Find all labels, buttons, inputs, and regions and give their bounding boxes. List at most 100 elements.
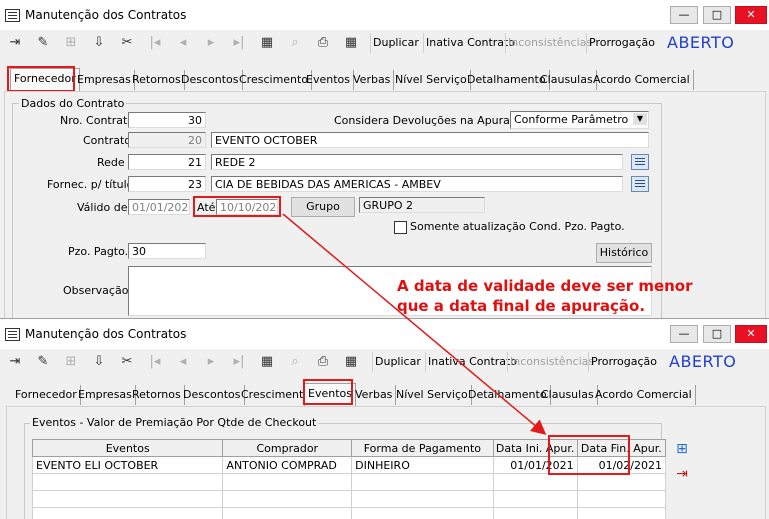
- calendar-grid-icon[interactable]: ▦: [340, 32, 362, 54]
- save-icon[interactable]: ⇩: [88, 351, 110, 373]
- empty-cell: [577, 474, 665, 491]
- rede-label: Rede: [97, 156, 125, 169]
- close-button[interactable]: ✕: [735, 325, 767, 343]
- next-record-icon[interactable]: ▸: [200, 32, 222, 54]
- cell-data-ini[interactable]: 01/01/2021: [493, 457, 577, 474]
- search-icon[interactable]: ⌕: [284, 351, 306, 373]
- add-row-icon[interactable]: ⊞: [671, 439, 693, 459]
- duplicar-button[interactable]: Duplicar: [370, 33, 421, 53]
- save-icon[interactable]: ⇩: [88, 32, 110, 54]
- close-button[interactable]: ✕: [735, 6, 767, 24]
- tab-acordo-comercial[interactable]: Acordo Comercial: [590, 70, 694, 90]
- toolbar-2: ⇥ ✎ ⊞ ⇩ ✂ |◂ ◂ ▸ ▸| ▦ ⌕ ⎙ ▦ Duplicar Ina…: [0, 349, 769, 377]
- prev-record-icon[interactable]: ◂: [172, 351, 194, 373]
- col-forma-pagamento[interactable]: Forma de Pagamento: [352, 440, 493, 457]
- tab-acordo-comercial[interactable]: Acordo Comercial: [592, 385, 696, 405]
- col-data-ini-apur[interactable]: Data Ini. Apur.: [493, 440, 577, 457]
- tab-empresas[interactable]: Empresas: [74, 70, 135, 90]
- edit-pencil-icon[interactable]: ✎: [32, 32, 54, 54]
- grid-view-icon[interactable]: ▦: [256, 351, 278, 373]
- exit-icon[interactable]: ⇥: [4, 351, 26, 373]
- last-record-icon[interactable]: ▸|: [228, 351, 250, 373]
- tab-crescimento[interactable]: Crescimento: [238, 385, 314, 405]
- clear-icon[interactable]: ✂: [116, 32, 138, 54]
- cell-data-fin[interactable]: 01/02/2021: [577, 457, 665, 474]
- tab-fornecedor[interactable]: Fornecedor: [10, 68, 80, 92]
- cell-evento[interactable]: EVENTO ELI OCTOBER: [33, 457, 223, 474]
- tab-retornos[interactable]: Retornos: [129, 385, 185, 405]
- tab-verbas[interactable]: Verbas: [352, 385, 396, 405]
- table-row[interactable]: [33, 508, 666, 519]
- prorrogacao-button[interactable]: Prorrogação: [586, 33, 657, 53]
- tab-descontos[interactable]: Descontos: [178, 70, 243, 90]
- fornec-lookup-icon[interactable]: [631, 176, 649, 192]
- tab-nivel-servico[interactable]: Nível Serviço: [392, 70, 471, 90]
- valido-de-field[interactable]: 01/01/2021: [128, 199, 190, 215]
- first-record-icon[interactable]: |◂: [144, 351, 166, 373]
- duplicar-button[interactable]: Duplicar: [372, 352, 423, 372]
- tab-fornecedor[interactable]: Fornecedor: [12, 385, 81, 405]
- grupo-button[interactable]: Grupo: [291, 197, 355, 217]
- tab-empresas[interactable]: Empresas: [75, 385, 136, 405]
- tab-clausulas[interactable]: Clausulas: [537, 70, 597, 90]
- valido-ate-field[interactable]: 10/10/2021: [216, 199, 278, 215]
- minimize-button[interactable]: —: [670, 6, 698, 24]
- rede-lookup-icon[interactable]: [631, 154, 649, 170]
- cell-comprador[interactable]: ANTONIO COMPRAD: [223, 457, 352, 474]
- prev-record-icon[interactable]: ◂: [172, 32, 194, 54]
- somente-atualizacao-label: Somente atualização Cond. Pzo. Pagto.: [410, 220, 625, 233]
- contract-status: ABERTO: [667, 33, 734, 53]
- clear-icon[interactable]: ✂: [116, 351, 138, 373]
- empty-cell: [33, 508, 223, 519]
- col-eventos[interactable]: Eventos: [33, 440, 223, 457]
- inconsistencias-button[interactable]: Inconsistências: [505, 33, 594, 53]
- search-icon[interactable]: ⌕: [284, 32, 306, 54]
- historico-button[interactable]: Histórico: [596, 243, 652, 263]
- pzo-pagto-field[interactable]: 30: [128, 243, 206, 259]
- first-record-icon[interactable]: |◂: [144, 32, 166, 54]
- nro-contrato-field[interactable]: 30: [128, 112, 206, 128]
- table-row[interactable]: [33, 474, 666, 491]
- tab-eventos[interactable]: Eventos: [303, 70, 354, 90]
- export-row-icon[interactable]: ⇥: [671, 464, 693, 484]
- minimize-button[interactable]: —: [670, 325, 698, 343]
- tab-crescimento[interactable]: Crescimento: [236, 70, 312, 90]
- calendar-grid-icon[interactable]: ▦: [340, 351, 362, 373]
- new-record-icon[interactable]: ⊞: [60, 351, 82, 373]
- inativa-contrato-button[interactable]: Inativa Contrato: [425, 352, 519, 372]
- col-data-fin-apur[interactable]: Data Fin. Apur.: [577, 440, 665, 457]
- tab-nivel-servico[interactable]: Nível Serviço: [393, 385, 472, 405]
- tab-retornos[interactable]: Retornos: [129, 70, 185, 90]
- rede-number-field[interactable]: 21: [128, 154, 206, 170]
- col-comprador[interactable]: Comprador: [223, 440, 352, 457]
- fornec-name-field: CIA DE BEBIDAS DAS AMERICAS - AMBEV: [211, 176, 623, 192]
- chevron-down-icon[interactable]: ▼: [633, 113, 647, 125]
- exit-icon[interactable]: ⇥: [4, 32, 26, 54]
- print-icon[interactable]: ⎙: [312, 32, 334, 54]
- last-record-icon[interactable]: ▸|: [228, 32, 250, 54]
- tab-descontos[interactable]: Descontos: [180, 385, 245, 405]
- contrato-name-field[interactable]: EVENTO OCTOBER: [211, 132, 649, 148]
- edit-pencil-icon[interactable]: ✎: [32, 351, 54, 373]
- next-record-icon[interactable]: ▸: [200, 351, 222, 373]
- toolbar: ⇥ ✎ ⊞ ⇩ ✂ |◂ ◂ ▸ ▸| ▦ ⌕ ⎙ ▦ Duplicar Ina…: [0, 30, 769, 58]
- grid-view-icon[interactable]: ▦: [256, 32, 278, 54]
- tab-clausulas[interactable]: Clausulas: [538, 385, 598, 405]
- empty-cell: [352, 474, 493, 491]
- inconsistencias-button[interactable]: Inconsistências: [507, 352, 596, 372]
- tab-eventos[interactable]: Eventos: [304, 383, 356, 407]
- fornec-number-field[interactable]: 23: [128, 176, 206, 192]
- cell-forma-pagamento[interactable]: DINHEIRO: [352, 457, 493, 474]
- print-icon[interactable]: ⎙: [312, 351, 334, 373]
- tab-verbas[interactable]: Verbas: [350, 70, 394, 90]
- empty-cell: [577, 491, 665, 508]
- somente-atualizacao-checkbox[interactable]: [394, 221, 407, 234]
- maximize-button[interactable]: □: [703, 6, 731, 24]
- table-row[interactable]: [33, 491, 666, 508]
- prorrogacao-button[interactable]: Prorrogação: [588, 352, 659, 372]
- new-record-icon[interactable]: ⊞: [60, 32, 82, 54]
- inativa-contrato-button[interactable]: Inativa Contrato: [423, 33, 517, 53]
- table-row[interactable]: EVENTO ELI OCTOBER ANTONIO COMPRAD DINHE…: [33, 457, 666, 474]
- maximize-button[interactable]: □: [703, 325, 731, 343]
- considera-devolucoes-select[interactable]: Conforme Parâmetro ▼: [510, 111, 649, 129]
